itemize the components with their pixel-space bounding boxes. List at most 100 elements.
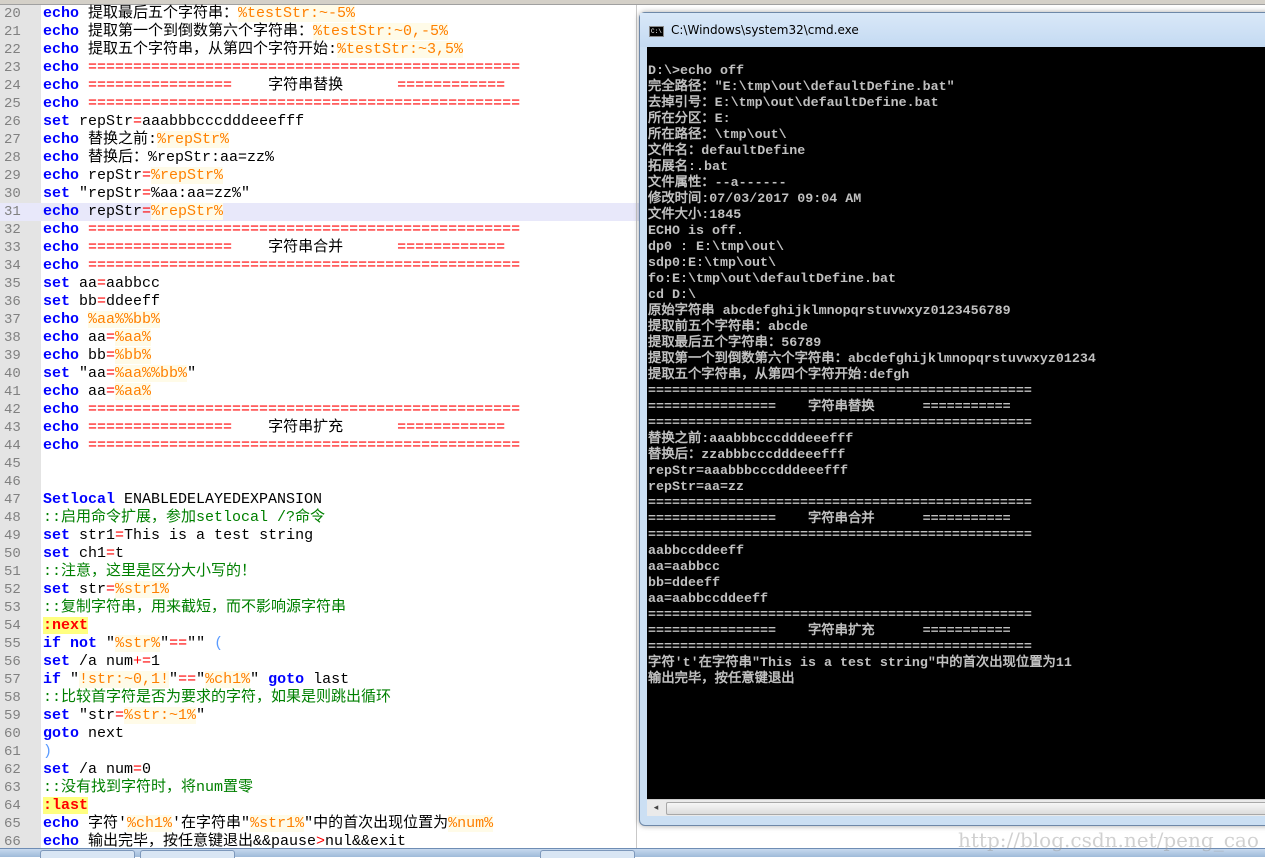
line-number: 39 <box>4 348 21 364</box>
code-text: echo 提取第一个到倒数第六个字符串：%testStr:~0,-5% <box>43 23 449 41</box>
text-token: " <box>169 671 179 688</box>
text-token: repStr <box>79 203 143 220</box>
console-icon <box>649 26 664 37</box>
bracket-token: ) <box>43 743 53 760</box>
keyword-token: set <box>43 653 71 670</box>
line-number: 20 <box>4 6 21 22</box>
keyword-token: echo <box>43 5 80 22</box>
line-number: 34 <box>4 258 21 274</box>
line-number: 56 <box>4 654 21 670</box>
code-text: set repStr=aaabbbcccdddeeefff <box>43 113 304 131</box>
keyword-token: echo <box>43 311 80 328</box>
variable-token: %ch1% <box>205 671 251 688</box>
variable-token: %str% <box>115 635 161 652</box>
code-text: echo 字符'%ch1%'在字符串"%str1%"中的首次出现位置为%num% <box>43 815 494 833</box>
keyword-token: echo <box>43 347 80 364</box>
keyword-token: Setlocal <box>43 491 116 508</box>
keyword-token: not <box>70 635 98 652</box>
keyword-token: echo <box>43 383 80 400</box>
text-token: /a num <box>70 761 134 778</box>
operator-token: = <box>142 167 152 184</box>
text-token: " <box>196 707 206 724</box>
text-token: next <box>79 725 125 742</box>
keyword-token: echo <box>43 203 80 220</box>
keyword-token: echo <box>43 167 80 184</box>
console-line: 提取前五个字符串：abcde <box>648 320 808 335</box>
scrollbar-thumb[interactable] <box>666 802 1265 815</box>
code-text: echo ===================================… <box>43 221 520 239</box>
console-line: 字符't'在字符串"This is a test string"中的首次出现位置… <box>648 656 1072 671</box>
text-token: repStr <box>79 167 143 184</box>
console-line: ================ 字符串替换 =========== <box>648 400 1011 415</box>
code-text: set "aa=%aa%%bb%" <box>43 365 196 383</box>
console-output[interactable]: D:\>echo off 完全路径："E:\tmp\out\defaultDefi… <box>647 47 1265 799</box>
keyword-token: echo <box>43 257 80 274</box>
variable-token: %ch1% <box>127 815 173 832</box>
operator-token: ========================================… <box>88 221 521 238</box>
console-line: 输出完毕，按任意键退出 <box>648 672 795 687</box>
cmd-window[interactable]: C:\Windows\system32\cmd.exe D:\>echo off… <box>639 12 1265 826</box>
variable-token: %bb% <box>115 347 152 364</box>
console-line: repStr=aa=zz <box>648 480 744 495</box>
line-number: 21 <box>4 24 21 40</box>
line-number: 64 <box>4 798 21 814</box>
variable-token: %aa% <box>115 383 152 400</box>
scroll-left-arrow-icon[interactable]: ◂ <box>649 802 663 815</box>
console-line: bb=ddeeff <box>648 576 720 591</box>
line-number: 45 <box>4 456 21 472</box>
keyword-token: set <box>43 761 71 778</box>
code-text: echo ===================================… <box>43 95 520 113</box>
code-text: echo ================ 字符串合并 ============ <box>43 239 505 257</box>
code-text: echo ================ 字符串替换 ============ <box>43 77 505 95</box>
line-number: 63 <box>4 780 21 796</box>
code-text: echo aa=%aa% <box>43 383 152 401</box>
code-text: ::启用命令扩展，参加setlocal /?命令 <box>43 509 325 527</box>
console-line: ========================================… <box>648 384 1032 399</box>
keyword-token: set <box>43 527 71 544</box>
console-line: sdp0:E:\tmp\out\ <box>648 256 776 271</box>
variable-token: %aa% <box>115 329 152 346</box>
code-text: ::没有找到字符时，将num置零 <box>43 779 253 797</box>
operator-token: = <box>142 203 152 220</box>
comment-token: ::启用命令扩展，参加setlocal /?命令 <box>43 509 326 526</box>
variable-token: %testStr:~3,5% <box>337 41 464 58</box>
keyword-token: echo <box>43 77 80 94</box>
code-text: set bb=ddeeff <box>43 293 160 311</box>
comment-token: ::比较首字符是否为要求的字符，如果是则跳出循环 <box>43 689 392 706</box>
code-text: set "repStr=%aa:aa=zz%" <box>43 185 250 203</box>
console-line: 替换后：zzabbbcccdddeeefff <box>648 448 846 463</box>
text-token: "aa <box>70 365 107 382</box>
keyword-token: if <box>43 635 62 652</box>
code-text: echo ===================================… <box>43 257 520 275</box>
keyword-token: set <box>43 113 71 130</box>
console-line: aabbccddeeff <box>648 544 744 559</box>
line-number: 32 <box>4 222 21 238</box>
code-text: :last <box>43 797 89 815</box>
operator-token: = <box>106 545 116 562</box>
console-line: aa=aabbccddeeff <box>648 592 768 607</box>
comment-token: ::复制字符串，用来截短，而不影响源字符串 <box>43 599 347 616</box>
text-token: ch1 <box>70 545 107 562</box>
text-token: aabbcc <box>106 275 161 292</box>
text-token: 1 <box>151 653 161 670</box>
line-number: 65 <box>4 816 21 832</box>
operator-token: ================ <box>88 77 233 94</box>
text-token: " <box>61 671 80 688</box>
line-number: 46 <box>4 474 21 490</box>
code-text: ::比较首字符是否为要求的字符，如果是则跳出循环 <box>43 689 391 707</box>
code-text: :next <box>43 617 89 635</box>
code-text: goto next <box>43 725 124 743</box>
keyword-token: echo <box>43 239 80 256</box>
code-text: echo 提取五个字符串，从第四个字符开始:%testStr:~3,5% <box>43 41 464 59</box>
cmd-title-bar[interactable]: C:\Windows\system32\cmd.exe <box>640 13 1265 47</box>
console-line: repStr=aaabbbcccdddeeefff <box>648 464 848 479</box>
text-token: 提取最后五个字符串： <box>79 5 239 22</box>
console-line: ========================================… <box>648 608 1032 623</box>
text-token: 字符串扩充 <box>232 419 398 436</box>
code-text: if not "%str%"=="" ( <box>43 635 223 653</box>
horizontal-scrollbar[interactable]: ◂ <box>647 799 1265 816</box>
console-line: aa=aabbcc <box>648 560 720 575</box>
text-token: repStr <box>70 113 134 130</box>
